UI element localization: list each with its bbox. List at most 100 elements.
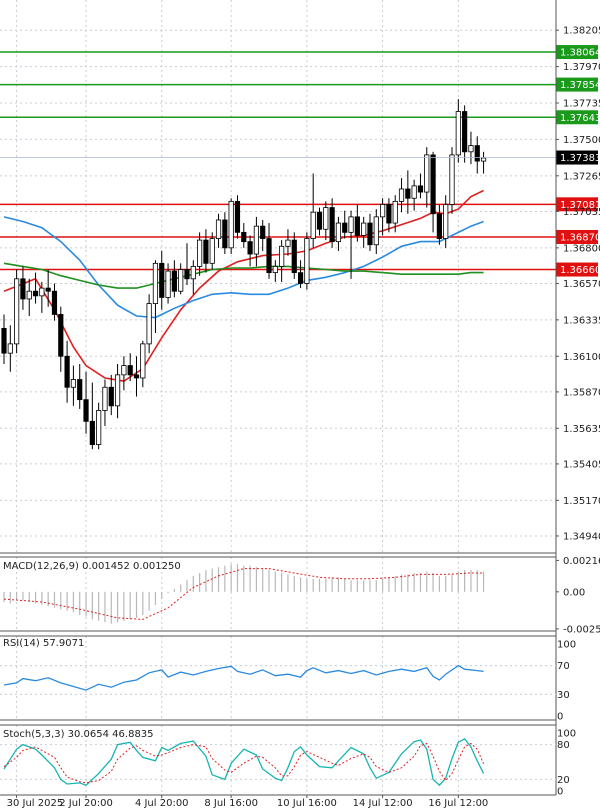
candle-body-bull: [424, 154, 430, 193]
candle: [260, 219, 266, 251]
candle-body-bear: [316, 211, 323, 230]
stoch-tick-label: 0: [557, 787, 563, 798]
candle-body-bull: [285, 239, 291, 247]
candle: [474, 136, 480, 174]
candle: [121, 356, 127, 391]
candle-body-bear: [203, 239, 209, 264]
macd-label: MACD(12,26,9) 0.001452 0.001250: [3, 561, 181, 572]
candle-body-bear: [83, 399, 89, 422]
candle-body-bear: [342, 222, 348, 233]
candle-body-bull: [323, 207, 329, 230]
candle: [102, 379, 108, 426]
candle-body-bear: [77, 379, 83, 401]
level-price-label: 1.36870: [560, 233, 600, 244]
candle: [146, 294, 152, 354]
candle: [20, 266, 26, 310]
candle-body-bull: [253, 225, 259, 255]
level-price-label: 1.37854: [560, 80, 600, 91]
candle-body-bull: [228, 200, 234, 249]
candle: [26, 278, 32, 316]
rsi-tick-label: 70: [557, 661, 570, 672]
candle: [247, 235, 253, 267]
candle-body-bear: [64, 355, 70, 388]
level-price-label: 1.37643: [560, 113, 600, 124]
candle-body-bull: [379, 204, 386, 218]
candle: [266, 223, 272, 279]
chart-canvas: 1.380641.378541.376431.370811.368701.366…: [0, 0, 600, 809]
candle-body-bear: [266, 238, 272, 274]
price-tick-label: 1.37265: [563, 171, 600, 182]
price-tick-label: 1.36100: [563, 352, 600, 363]
candle: [215, 213, 222, 248]
rsi-tick-label: 100: [557, 640, 576, 651]
candle: [171, 260, 177, 298]
candle-body-bull: [96, 410, 102, 445]
candle: [411, 179, 417, 211]
candle-body-bear: [241, 231, 247, 243]
candle-body-bear: [386, 204, 392, 224]
candle-body-bear: [133, 374, 140, 379]
candle-body-bull: [304, 238, 310, 284]
candle-body-bull: [455, 111, 461, 156]
candle: [209, 232, 215, 270]
candle: [279, 240, 285, 282]
rsi-tick-label: 0: [557, 712, 563, 723]
candle-body-bull: [480, 157, 487, 162]
candle-body-bull: [215, 219, 222, 239]
time-axis: 30 Jul 20252 Jul 20:00 4 Jul 20:00 8 Jul 1…: [7, 795, 488, 809]
moving-average-slow_green: [3, 262, 484, 289]
candle-body-bear: [405, 188, 411, 199]
candle-body-bull: [310, 211, 316, 239]
candle-body-bear: [297, 272, 304, 284]
price-tick-label: 1.36570: [563, 279, 600, 290]
candle: [184, 243, 190, 286]
candle-body-bull: [26, 290, 32, 300]
macd-tick-label: 0.002164: [563, 556, 600, 567]
candle: [361, 216, 367, 248]
candle-body-bull: [14, 278, 20, 345]
moving-averages: [3, 189, 484, 382]
candle: [291, 232, 297, 279]
price-tick-label: 1.36800: [563, 243, 600, 254]
candle-body-bull: [190, 266, 196, 280]
candle-body-bear: [291, 239, 297, 274]
stoch-tick-label: 80: [557, 740, 570, 751]
candle-body-bear: [430, 154, 436, 215]
moving-average-fast_red: [3, 189, 484, 382]
candle-body-bear: [247, 241, 253, 255]
candle: [424, 147, 430, 208]
candle-body-bear: [51, 290, 58, 315]
stoch-tick-label: 20: [557, 775, 570, 786]
candle-body-bull: [373, 216, 379, 246]
candle: [436, 204, 442, 245]
candle-body-bear: [89, 420, 95, 445]
candle-body-bear: [171, 270, 177, 292]
candle-body-bear: [159, 262, 165, 298]
candle-body-bull: [102, 386, 108, 411]
candle: [70, 365, 77, 406]
price-tick-label: 1.34940: [563, 531, 600, 542]
candle-body-bear: [367, 222, 373, 246]
candle: [323, 201, 329, 241]
price-tick-label: 1.37500: [563, 135, 600, 146]
price-tick-label: 1.35405: [563, 459, 600, 470]
candle: [304, 232, 310, 290]
time-tick-label: 4 Jul 20:00: [135, 798, 189, 809]
candle: [398, 178, 405, 213]
candle-body-bull: [449, 154, 455, 205]
candle-body-bull: [39, 287, 45, 297]
candle-body-bull: [468, 145, 474, 153]
candle-body-bull: [279, 245, 285, 267]
price-tick-label: 1.38205: [563, 26, 600, 37]
candle: [51, 283, 58, 321]
candle-body-bear: [354, 216, 360, 236]
candle-body-bull: [70, 379, 77, 388]
candle-body-bull: [197, 239, 203, 267]
candle: [203, 229, 209, 273]
candle-body-bull: [209, 238, 215, 264]
candle: [480, 151, 487, 174]
current-price-line: 1.37383: [0, 150, 600, 165]
candle: [114, 364, 121, 419]
candle-body-bull: [392, 200, 398, 224]
candle-body-bear: [20, 278, 26, 300]
